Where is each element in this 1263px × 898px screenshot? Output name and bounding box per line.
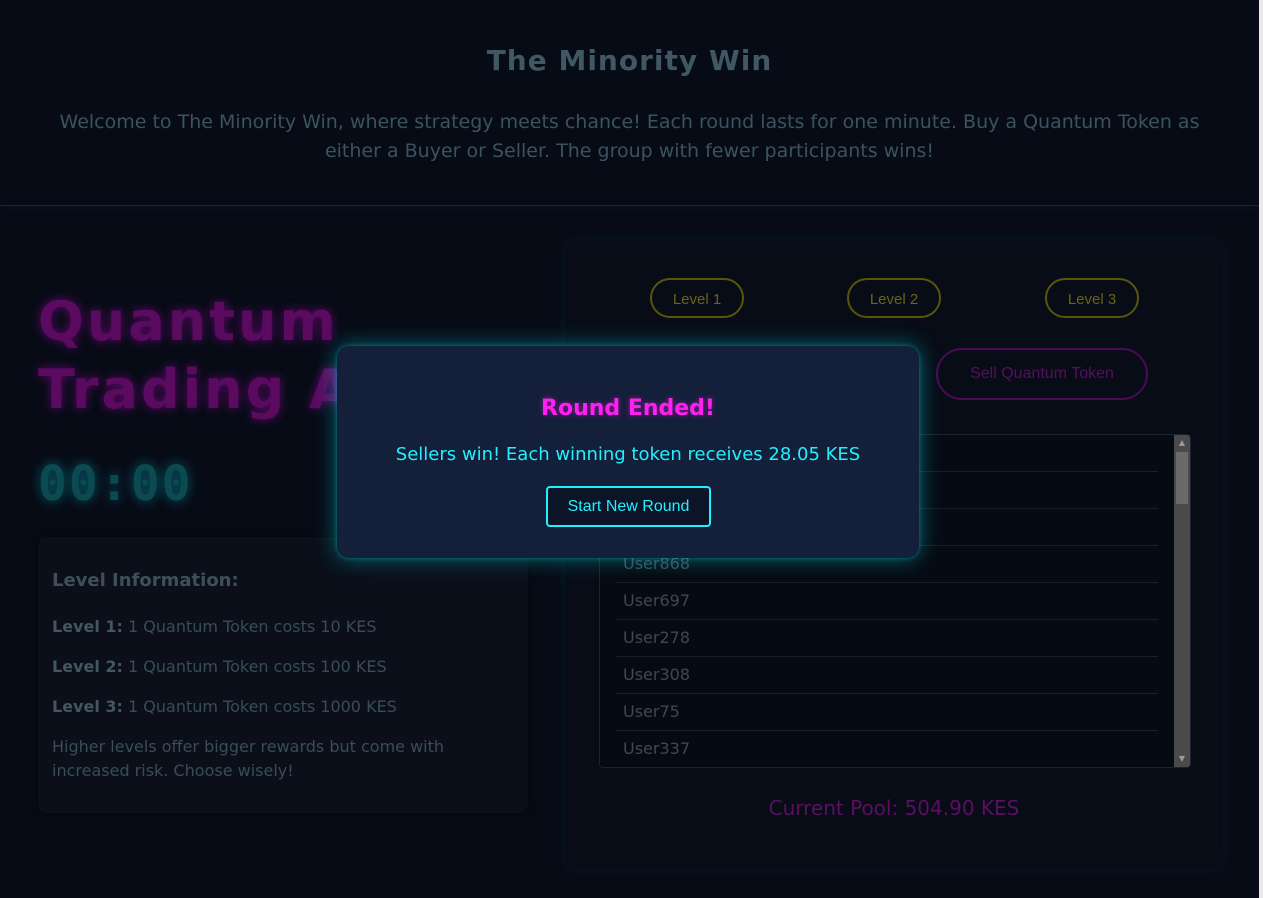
participant-list-scrollbar[interactable]: ▲ ▼: [1174, 435, 1190, 767]
current-pool: Current Pool: 504.90 KES: [768, 796, 1020, 820]
level-info-2: Level 2: 1 Quantum Token costs 100 KES: [52, 657, 387, 676]
list-item: User75: [616, 694, 1158, 731]
arena-title-line2: Trading A: [38, 358, 354, 421]
scrollbar-thumb[interactable]: [1176, 452, 1188, 504]
start-new-round-button[interactable]: Start New Round: [546, 486, 711, 527]
list-item: User337: [616, 731, 1158, 767]
level-info-1: Level 1: 1 Quantum Token costs 10 KES: [52, 617, 376, 636]
level-3-label: Level 3:: [52, 697, 123, 716]
level-info-panel: Level Information: Level 1: 1 Quantum To…: [38, 537, 528, 813]
arena-title-line1: Quantum: [38, 290, 339, 353]
level-2-text: 1 Quantum Token costs 100 KES: [122, 657, 387, 676]
level-3-button[interactable]: Level 3: [1045, 278, 1139, 318]
round-ended-modal: Round Ended! Sellers win! Each winning t…: [337, 346, 919, 558]
level-1-label: Level 1:: [52, 617, 123, 636]
page: The Minority Win Welcome to The Minority…: [0, 0, 1263, 898]
level-1-text: 1 Quantum Token costs 10 KES: [122, 617, 377, 636]
page-scrollbar[interactable]: [1259, 0, 1263, 898]
level-3-text: 1 Quantum Token costs 1000 KES: [122, 697, 397, 716]
site-title: The Minority Win: [486, 44, 773, 77]
list-item: User697: [616, 583, 1158, 620]
modal-title: Round Ended!: [541, 396, 715, 421]
level-1-button[interactable]: Level 1: [650, 278, 744, 318]
sell-token-button[interactable]: Sell Quantum Token: [936, 348, 1148, 400]
scroll-down-icon[interactable]: ▼: [1174, 751, 1190, 767]
modal-message: Sellers win! Each winning token receives…: [395, 444, 861, 465]
level-info-note: Higher levels offer bigger rewards but c…: [52, 737, 445, 780]
list-item: User308: [616, 657, 1158, 694]
level-info-heading: Level Information:: [52, 570, 239, 591]
level-info-3: Level 3: 1 Quantum Token costs 1000 KES: [52, 697, 397, 716]
site-header: The Minority Win Welcome to The Minority…: [0, 0, 1259, 206]
level-2-button[interactable]: Level 2: [847, 278, 941, 318]
scroll-up-icon[interactable]: ▲: [1174, 435, 1190, 451]
site-intro: Welcome to The Minority Win, where strat…: [59, 111, 1200, 162]
list-item: User278: [616, 620, 1158, 657]
level-2-label: Level 2:: [52, 657, 123, 676]
round-timer: 00:00: [38, 456, 193, 512]
